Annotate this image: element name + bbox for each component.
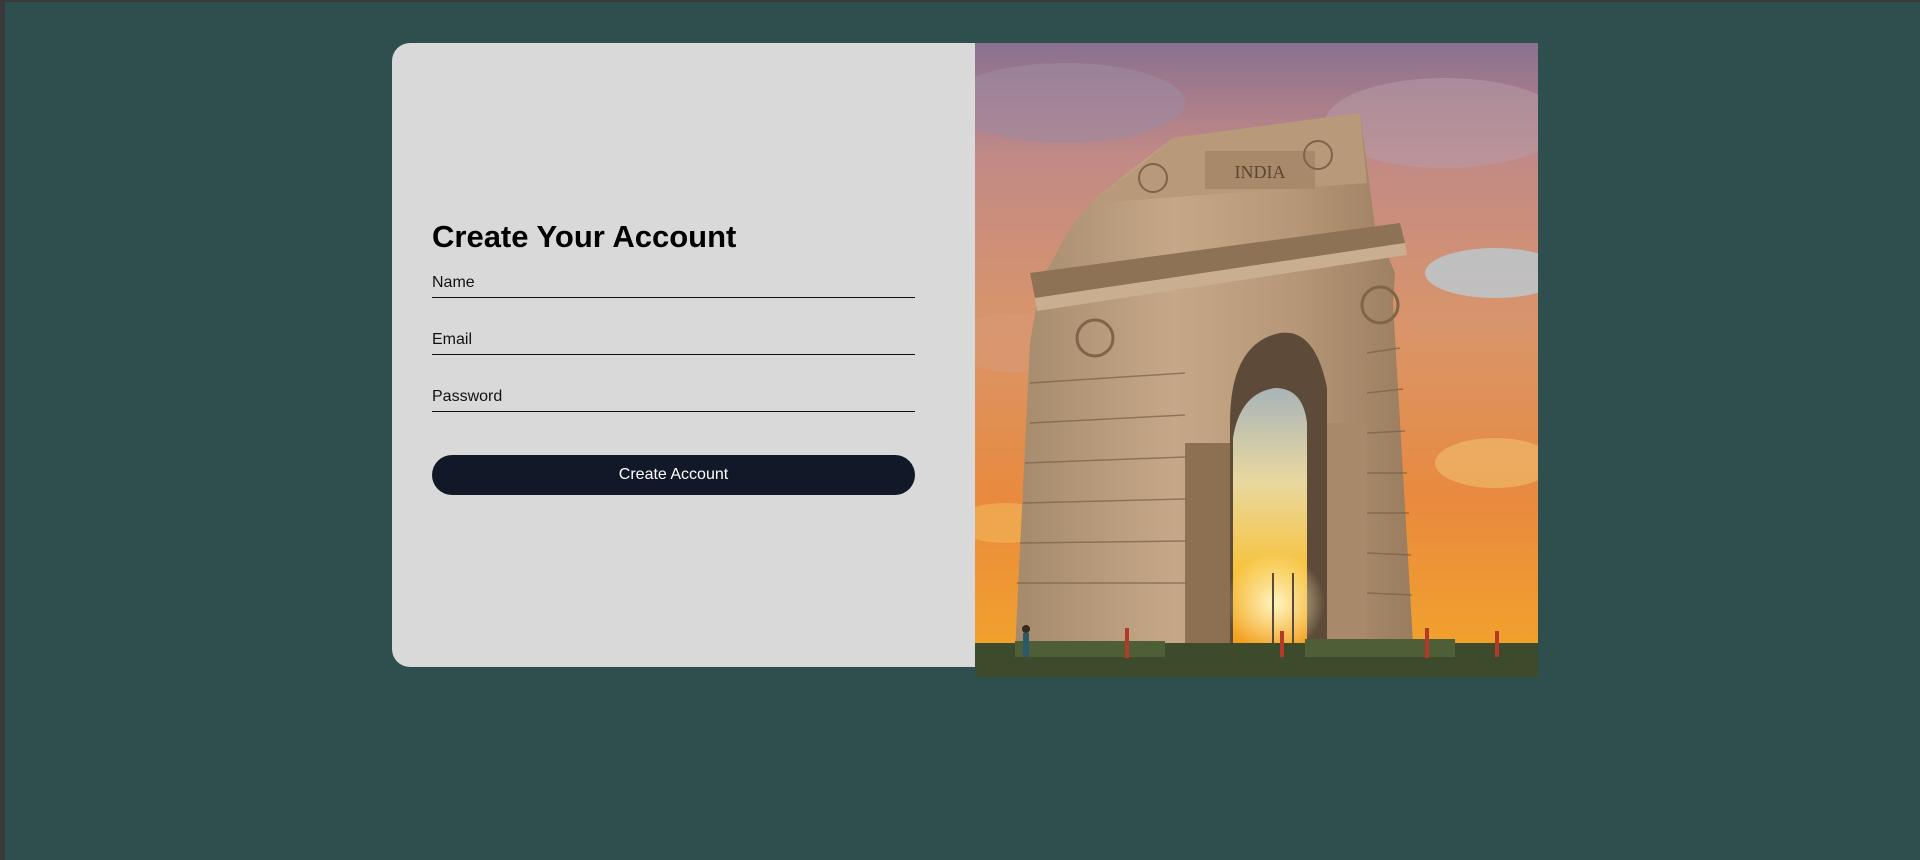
email-field <box>432 320 915 355</box>
email-input[interactable] <box>432 320 915 354</box>
signup-form: Create Your Account Create Account <box>432 219 915 495</box>
name-field <box>432 263 915 298</box>
india-gate-image: INDIA <box>975 43 1538 677</box>
password-input[interactable] <box>432 377 915 411</box>
page-background: Create Your Account Create Account <box>5 2 1920 860</box>
password-field <box>432 377 915 412</box>
hero-image: INDIA <box>975 43 1538 677</box>
form-title: Create Your Account <box>432 219 737 254</box>
name-input[interactable] <box>432 263 915 297</box>
monument-inscription: INDIA <box>1235 162 1286 182</box>
signup-card: Create Your Account Create Account <box>392 43 975 667</box>
create-account-button[interactable]: Create Account <box>432 455 915 495</box>
